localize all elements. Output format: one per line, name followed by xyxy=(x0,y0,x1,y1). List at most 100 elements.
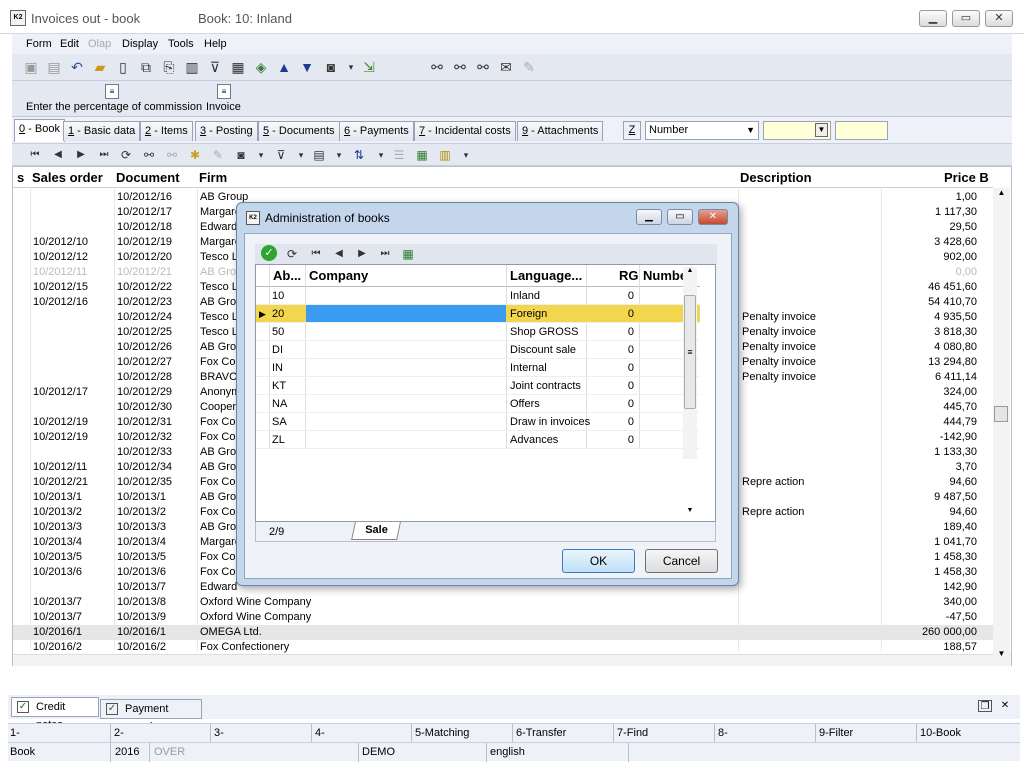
table-row[interactable]: 10/2016/2 10/2016/2 Fox Confectionery 188,5… xyxy=(13,640,993,655)
fkey-7-find[interactable]: 7-Find xyxy=(617,727,648,739)
fkey-6-transfer[interactable]: 6-Transfer xyxy=(516,727,566,739)
paste-icon[interactable]: ⎘ xyxy=(160,58,178,76)
mail-icon[interactable]: ✉ xyxy=(497,58,515,76)
tab-credit-notes[interactable]: ✓Credit notes xyxy=(11,697,99,731)
tab-payments[interactable]: 6 - Payments xyxy=(339,121,414,141)
camera-icon[interactable]: ◙ xyxy=(232,146,250,164)
save-icon[interactable]: ▣ xyxy=(22,58,40,76)
menu-help[interactable]: Help xyxy=(204,38,227,50)
list-item[interactable]: SADraw in invoices024 xyxy=(256,413,700,431)
layers-icon[interactable]: ◈ xyxy=(252,58,270,76)
camera-icon[interactable]: ◙ xyxy=(322,58,340,76)
tab-items[interactable]: 2 - Items xyxy=(140,121,193,141)
open-folder-icon[interactable]: ▰ xyxy=(91,58,109,76)
sort-dropdown-icon[interactable]: ▾ xyxy=(372,146,390,164)
scroll-down-icon[interactable]: ▼ xyxy=(683,507,697,519)
restore-panel-icon[interactable]: ❐ xyxy=(978,700,992,712)
fkey-8[interactable]: 8- xyxy=(718,727,728,739)
menu-tools[interactable]: Tools xyxy=(168,38,194,50)
camera-dropdown-icon[interactable]: ▾ xyxy=(252,146,270,164)
book-icon[interactable]: ▥ xyxy=(183,58,201,76)
list-item[interactable]: KTJoint contracts026 xyxy=(256,377,700,395)
column-header-price[interactable]: Price B xyxy=(944,170,989,185)
list-item[interactable]: DIDiscount sale028 xyxy=(256,341,700,359)
menu-form[interactable]: Form xyxy=(26,38,52,50)
report-dropdown-icon[interactable]: ▾ xyxy=(457,146,475,164)
menu-display[interactable]: Display xyxy=(122,38,158,50)
table-row[interactable]: 10/2016/1 10/2016/1 OMEGA Ltd. 260 000,00 xyxy=(13,625,993,640)
cancel-button[interactable]: Cancel xyxy=(645,549,718,573)
fkey-3[interactable]: 3- xyxy=(214,727,224,739)
export-excel-icon[interactable]: ▦ xyxy=(413,146,431,164)
fkey-1[interactable]: 1- xyxy=(10,727,20,739)
column-header-s[interactable]: s xyxy=(17,170,24,185)
first-record-icon[interactable]: ⏮ xyxy=(307,245,325,263)
column-header-description[interactable]: Description xyxy=(740,170,812,185)
tab-payment-morale[interactable]: ✓Payment morale xyxy=(100,699,202,733)
sort-icon[interactable]: ⇅ xyxy=(350,146,368,164)
last-record-icon[interactable]: ⏭ xyxy=(95,146,113,164)
export-excel-icon[interactable]: ▦ xyxy=(399,245,417,263)
refresh-icon[interactable]: ⟳ xyxy=(117,146,135,164)
last-record-icon[interactable]: ⏭ xyxy=(376,245,394,263)
dialog-vertical-scrollbar[interactable]: ▲ ≡ ▼ xyxy=(683,267,697,514)
find-next-icon[interactable]: ⚯ xyxy=(451,58,469,76)
new-record-icon[interactable]: ✱ xyxy=(186,146,204,164)
report-icon[interactable]: ▦ xyxy=(229,58,247,76)
tab-basic-data[interactable]: 1 - Basic data xyxy=(63,121,141,141)
column-header-company[interactable]: Company xyxy=(309,268,368,283)
fkey-5-matching[interactable]: 5-Matching xyxy=(415,727,469,739)
scroll-down-icon[interactable]: ▼ xyxy=(993,649,1010,663)
table-row[interactable]: 10/2013/7 10/2013/8 Oxford Wine Company 340… xyxy=(13,595,993,610)
scroll-up-icon[interactable]: ▲ xyxy=(993,188,1010,202)
dialog-close-button[interactable]: ✕ xyxy=(698,209,728,225)
arrow-down-icon[interactable]: ▼ xyxy=(298,58,316,76)
scroll-thumb[interactable] xyxy=(994,406,1008,422)
scroll-up-icon[interactable]: ▲ xyxy=(683,267,697,279)
binoculars-icon[interactable]: ⚯ xyxy=(140,146,158,164)
binoculars-icon[interactable]: ⚯ xyxy=(428,58,446,76)
fkey-4[interactable]: 4- xyxy=(315,727,325,739)
filter-field-1[interactable]: ▼ xyxy=(763,121,831,140)
save-as-icon[interactable]: ▤ xyxy=(45,58,63,76)
columns-icon[interactable]: ▤ xyxy=(310,146,328,164)
ok-button[interactable]: OK xyxy=(562,549,635,573)
table-row[interactable]: 10/2013/7 10/2013/9 Oxford Wine Company -47… xyxy=(13,610,993,625)
camera-dropdown-icon[interactable]: ▾ xyxy=(342,58,360,76)
list-item[interactable]: 10Inland031 xyxy=(256,287,700,305)
menu-edit[interactable]: Edit xyxy=(60,38,79,50)
fkey-9-filter[interactable]: 9-Filter xyxy=(819,727,853,739)
list-item[interactable]: ▶20Foreign030 xyxy=(256,305,700,323)
fkey-10-book[interactable]: 10-Book xyxy=(920,727,961,739)
tab-book[interactable]: 0 - Book xyxy=(14,119,65,142)
commission-button[interactable]: Enter the percentage of commission xyxy=(26,101,202,113)
refresh-icon[interactable]: ⟳ xyxy=(283,245,301,263)
tab-sale[interactable]: Sale xyxy=(351,522,401,540)
next-record-icon[interactable]: ▶ xyxy=(72,146,90,164)
new-document-icon[interactable]: ▯ xyxy=(114,58,132,76)
scroll-thumb[interactable]: ≡ xyxy=(684,295,696,409)
filter-field-2[interactable] xyxy=(835,121,888,140)
column-header-sales-order[interactable]: Sales order xyxy=(32,170,103,185)
report-icon[interactable]: ▥ xyxy=(436,146,454,164)
tab-documents[interactable]: 5 - Documents xyxy=(258,121,340,141)
tab-posting[interactable]: 3 - Posting xyxy=(195,121,258,141)
tab-incidental-costs[interactable]: 7 - Incidental costs xyxy=(414,121,516,141)
minimize-button[interactable]: ▁ xyxy=(919,10,947,27)
invoice-icon[interactable]: ≡ xyxy=(217,84,231,99)
close-panel-icon[interactable]: ✕ xyxy=(998,700,1012,712)
invoice-button[interactable]: Invoice xyxy=(206,101,241,113)
tab-attachments[interactable]: 9 - Attachments xyxy=(517,121,604,141)
columns-dropdown-icon[interactable]: ▾ xyxy=(330,146,348,164)
copy-icon[interactable]: ⧉ xyxy=(137,58,155,76)
filter-icon[interactable]: ⊽ xyxy=(272,146,290,164)
filter-icon[interactable]: ⊽ xyxy=(206,58,224,76)
list-item[interactable]: NAOffers025 xyxy=(256,395,700,413)
list-item[interactable]: ZLAdvances023 xyxy=(256,431,700,449)
transfer-icon[interactable]: ⇲ xyxy=(360,58,378,76)
previous-record-icon[interactable]: ◀ xyxy=(330,245,348,263)
next-record-icon[interactable]: ▶ xyxy=(353,245,371,263)
z-filter-button[interactable]: Z xyxy=(623,121,641,140)
vertical-scrollbar[interactable]: ▲ ▼ xyxy=(993,188,1010,663)
column-header-language[interactable]: Language... xyxy=(510,268,582,283)
